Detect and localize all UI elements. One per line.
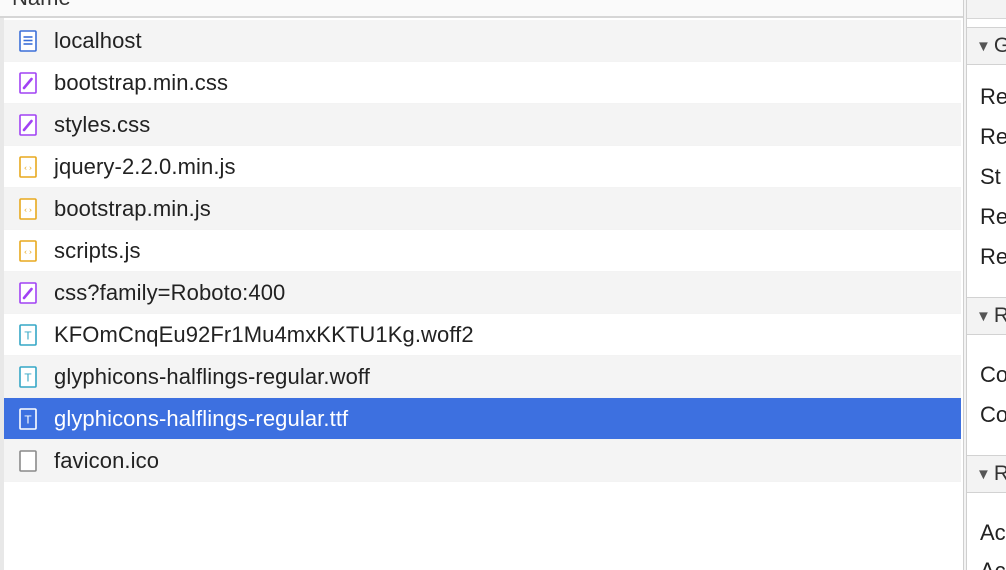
svg-text:‹›: ‹› (23, 205, 33, 214)
general-field-label: Re (980, 124, 1006, 149)
column-header-name[interactable]: Name (0, 0, 963, 18)
request-name: glyphicons-halflings-regular.ttf (54, 405, 349, 431)
request-row[interactable]: ‹› bootstrap.min.js (4, 188, 961, 230)
stylesheet-icon (19, 281, 37, 304)
request-rows: localhost bootstrap.min.css styles.css ‹› jq… (4, 20, 961, 482)
svg-text:T: T (24, 413, 32, 426)
image-icon (19, 449, 37, 472)
request-row[interactable]: ‹› scripts.js (4, 230, 961, 272)
collapse-triangle-icon: ▼ (976, 307, 991, 325)
section-header-label: R (993, 304, 1006, 327)
request-row[interactable]: bootstrap.min.css (4, 62, 961, 104)
general-field-label: Re (980, 244, 1006, 269)
collapse-triangle-icon: ▼ (976, 37, 991, 55)
svg-text:‹›: ‹› (23, 247, 33, 256)
request-name: jquery-2.2.0.min.js (54, 153, 236, 179)
general-field-label: St (980, 164, 1001, 189)
document-icon (19, 29, 37, 52)
section-header-response-headers[interactable]: ▼ R (967, 297, 1006, 335)
request-name: scripts.js (54, 237, 141, 263)
request-name: glyphicons-halflings-regular.woff (54, 363, 370, 389)
request-field-label: Ac (980, 558, 1006, 570)
stylesheet-icon (19, 113, 37, 136)
collapse-triangle-icon: ▼ (976, 465, 991, 483)
request-row[interactable]: Tglyphicons-halflings-regular.ttf (4, 398, 961, 440)
list-empty-area (4, 483, 961, 570)
section-header-label: R (993, 462, 1006, 485)
request-row[interactable]: css?family=Roboto:400 (4, 272, 961, 314)
column-header-label: Name (12, 0, 71, 11)
details-pane: ▼ G Re Re St Re Re ▼ R Co Co ▼ R Ac Ac (967, 0, 1006, 570)
script-icon: ‹› (19, 197, 37, 220)
request-row[interactable]: ‹› jquery-2.2.0.min.js (4, 146, 961, 188)
request-name: css?family=Roboto:400 (54, 279, 286, 305)
general-field-label: Re (980, 204, 1006, 229)
request-list: Name localhost bootstrap.min.css styles.cs… (0, 0, 963, 570)
request-row[interactable]: T KFOmCnqEu92Fr1Mu4mxKKTU1Kg.woff2 (4, 314, 961, 356)
font-icon: T (19, 407, 37, 430)
font-icon: T (19, 365, 37, 388)
svg-text:T: T (24, 371, 32, 384)
request-row[interactable]: Tglyphicons-halflings-regular.woff (4, 356, 961, 398)
request-row[interactable]: styles.css (4, 104, 961, 146)
request-name: bootstrap.min.css (54, 69, 229, 95)
script-icon: ‹› (19, 239, 37, 262)
svg-text:‹›: ‹› (23, 163, 33, 172)
request-field-label: Ac (980, 520, 1006, 545)
stylesheet-icon (19, 71, 37, 94)
script-icon: ‹› (19, 155, 37, 178)
details-tab-strip (967, 0, 1006, 19)
request-name: bootstrap.min.js (54, 195, 211, 221)
svg-text:T: T (24, 329, 32, 342)
section-header-label: G (993, 34, 1006, 57)
response-field-label: Co (980, 402, 1006, 427)
request-row[interactable]: localhost (4, 20, 961, 62)
request-row[interactable]: favicon.ico (4, 440, 961, 482)
request-name: localhost (54, 27, 142, 53)
section-header-request-headers[interactable]: ▼ R (967, 455, 1006, 493)
request-name: styles.css (54, 111, 151, 137)
request-name: KFOmCnqEu92Fr1Mu4mxKKTU1Kg.woff2 (54, 321, 474, 347)
font-icon: T (19, 323, 37, 346)
section-header-general[interactable]: ▼ G (967, 27, 1006, 65)
response-field-label: Co (980, 362, 1006, 387)
general-field-label: Re (980, 84, 1006, 109)
request-name: favicon.ico (54, 447, 160, 473)
